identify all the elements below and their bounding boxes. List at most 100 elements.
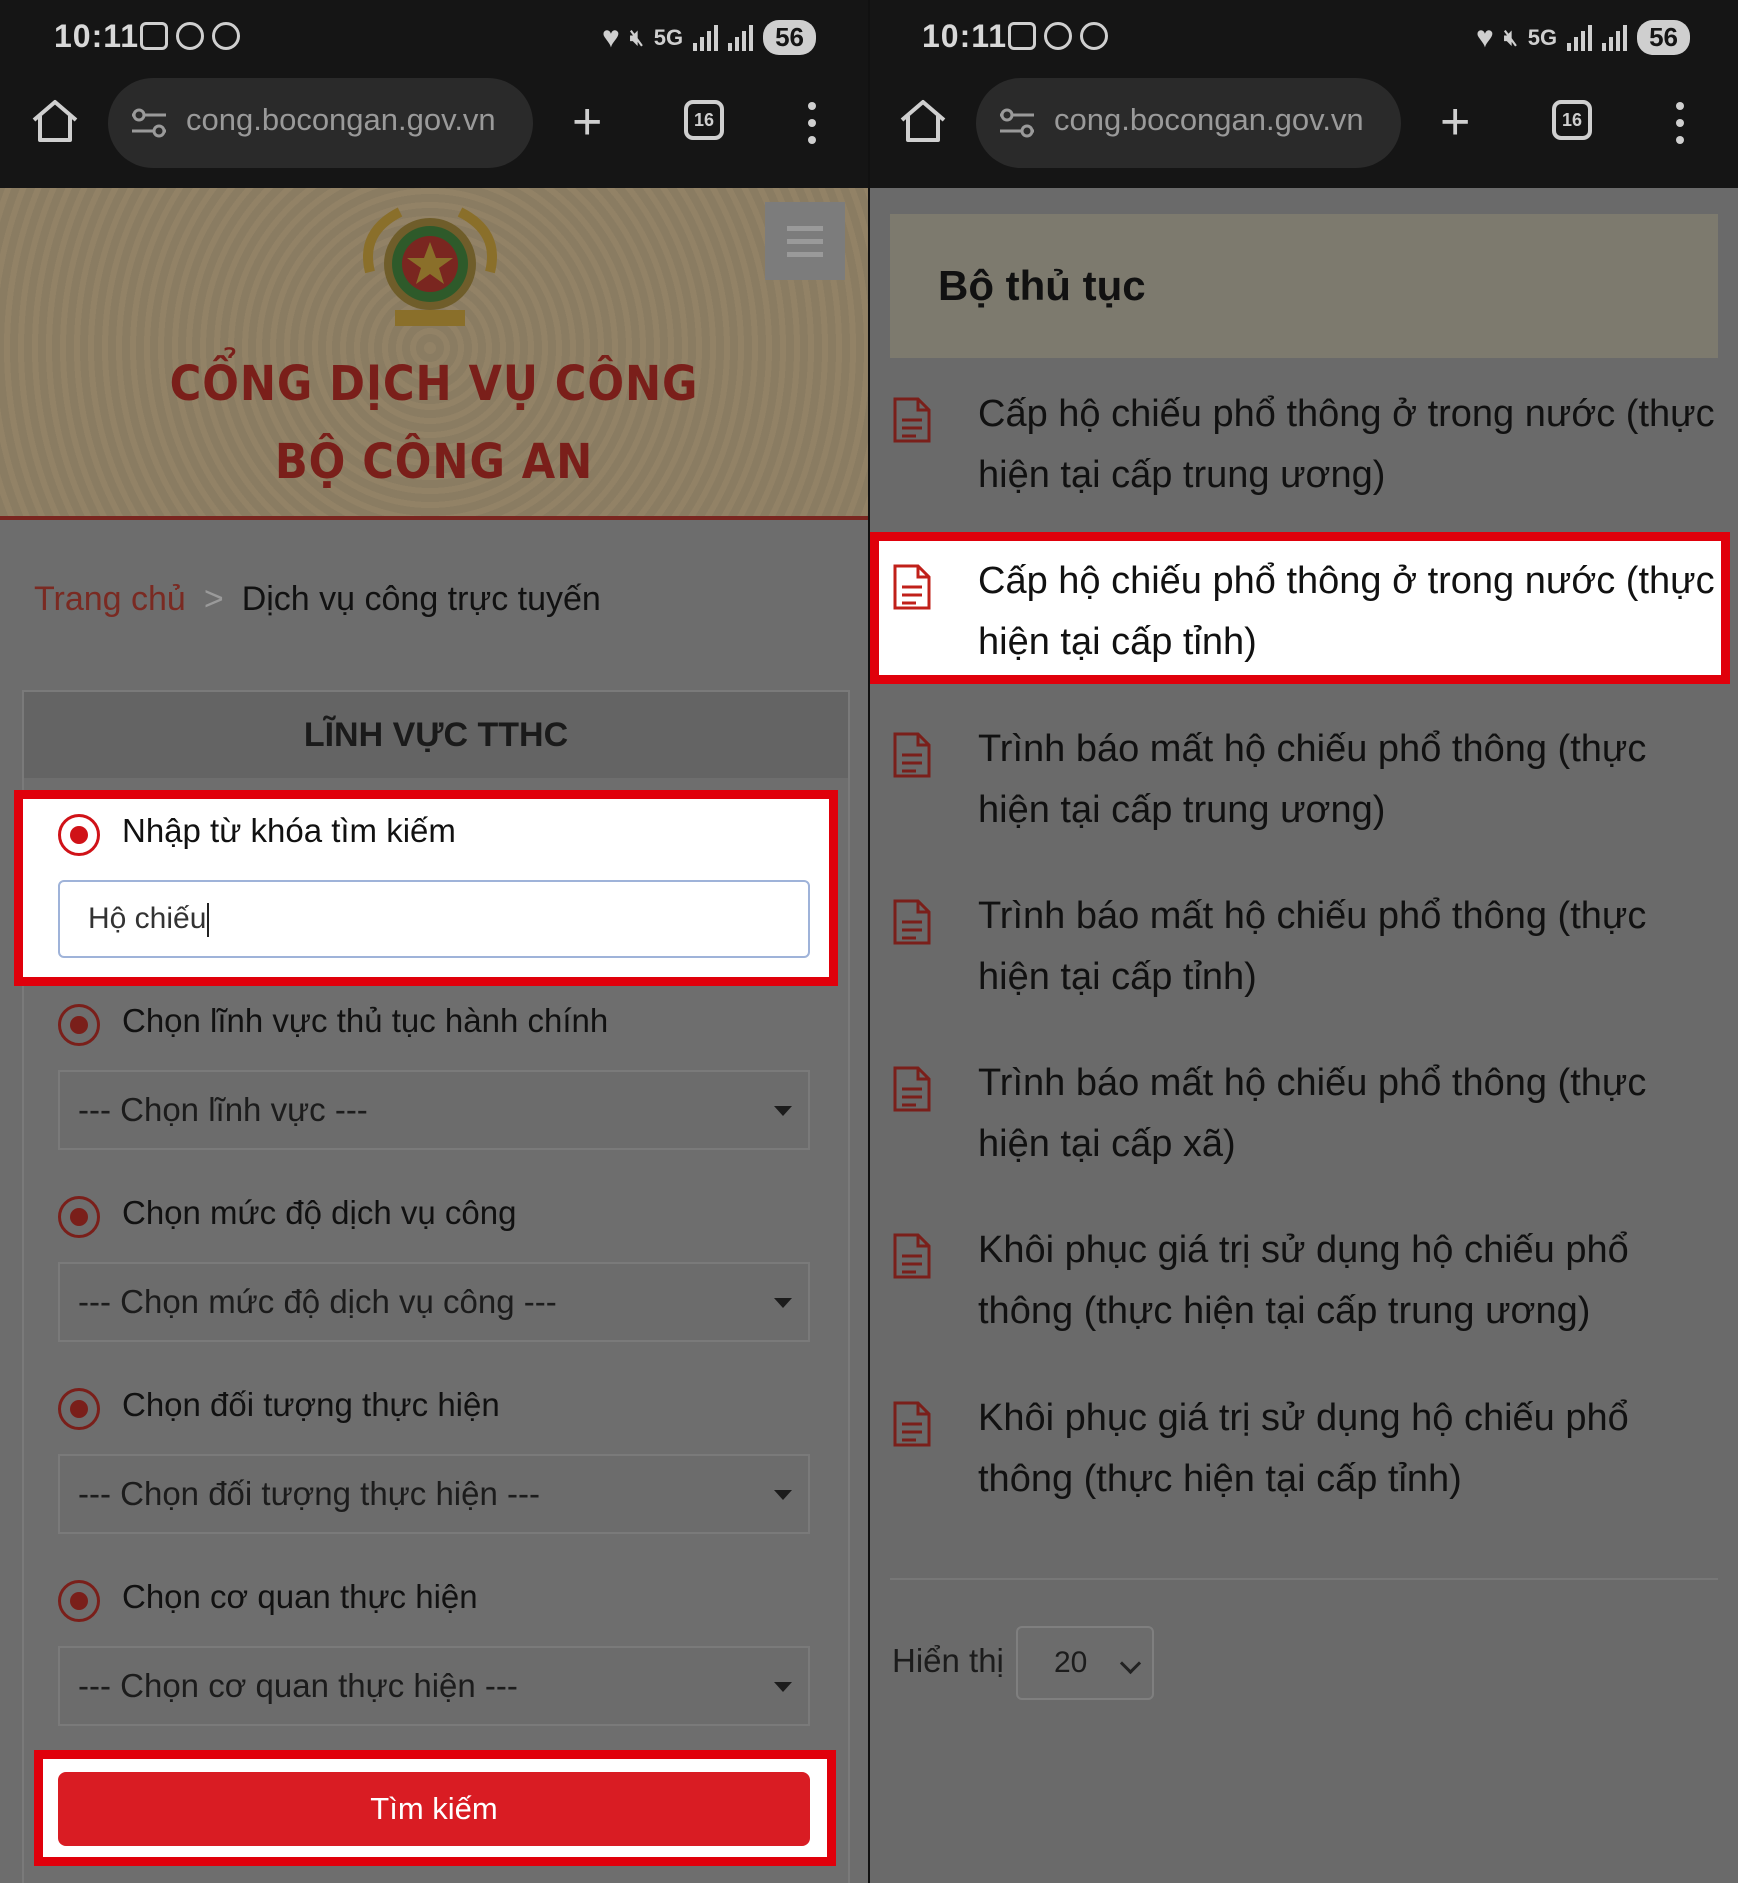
- url-text[interactable]: cong.bocongan.gov.vn: [1054, 102, 1364, 138]
- heart-icon: ♥: [602, 20, 620, 54]
- battery-level: 56: [763, 20, 816, 55]
- agency-select[interactable]: --- Chọn cơ quan thực hiện ---: [58, 1646, 810, 1726]
- field-label: Chọn lĩnh vực thủ tục hành chính: [122, 1002, 609, 1039]
- procedure-title[interactable]: Cấp hộ chiếu phổ thông ở trong nước (thự…: [978, 551, 1718, 673]
- breadcrumb: Trang chủ > Dịch vụ công trực tuyến: [34, 580, 601, 619]
- chevron-down-icon: [1119, 1652, 1142, 1675]
- signal-icon: [1567, 24, 1593, 51]
- site-settings-icon[interactable]: [130, 106, 168, 140]
- right-screenshot: 10:11 ♥ 🔇︎ 5G 56 cong.bocongan.gov.vn + …: [870, 0, 1738, 1883]
- battery-level: 56: [1637, 20, 1690, 55]
- url-text[interactable]: cong.bocongan.gov.vn: [186, 102, 496, 138]
- new-tab-icon[interactable]: +: [572, 96, 602, 148]
- procedure-title[interactable]: Trình báo mất hộ chiếu phổ thông (thực h…: [978, 1053, 1718, 1175]
- dropdown-arrow-icon: [774, 1106, 792, 1116]
- document-icon: [893, 1233, 931, 1279]
- keyword-radio[interactable]: [58, 814, 100, 856]
- chat-icon: [212, 22, 240, 50]
- field-select[interactable]: --- Chọn lĩnh vực ---: [58, 1070, 810, 1150]
- agency-label: Chọn cơ quan thực hiện: [122, 1578, 478, 1615]
- procedure-item[interactable]: Trình báo mất hộ chiếu phổ thông (thực h…: [870, 719, 1738, 849]
- form-title: LĨNH VỰC TTHC: [24, 692, 848, 778]
- messenger-icon: [176, 22, 204, 50]
- keyword-search-input[interactable]: Hộ chiếu: [58, 880, 810, 958]
- banner-title-line2: BỘ CÔNG AN: [274, 434, 594, 490]
- document-icon: [893, 899, 931, 945]
- subject-label: Chọn đối tượng thực hiện: [122, 1386, 500, 1423]
- browser-chrome: 10:11 ♥ 🔇︎ 5G 56 cong.bocongan.gov.vn + …: [870, 0, 1738, 188]
- procedures-heading: Bộ thủ tục: [938, 262, 1146, 309]
- heart-icon: ♥: [1476, 20, 1494, 54]
- site-settings-icon[interactable]: [998, 106, 1036, 140]
- page-size-select[interactable]: 20: [1016, 1626, 1154, 1700]
- system-icons: ♥ 🔇︎ 5G 56: [602, 20, 816, 55]
- tab-switcher-button[interactable]: 16: [1552, 100, 1592, 140]
- procedure-title[interactable]: Trình báo mất hộ chiếu phổ thông (thực h…: [978, 886, 1718, 1008]
- procedure-item[interactable]: Khôi phục giá trị sử dụng hộ chiếu phổ t…: [870, 1388, 1738, 1518]
- messenger-icon: [1044, 22, 1072, 50]
- chat-icon: [1080, 22, 1108, 50]
- address-bar[interactable]: cong.bocongan.gov.vn: [976, 78, 1401, 168]
- procedure-item[interactable]: Khôi phục giá trị sử dụng hộ chiếu phổ t…: [870, 1220, 1738, 1350]
- level-radio[interactable]: [58, 1196, 100, 1238]
- home-icon[interactable]: [898, 98, 948, 144]
- procedure-item[interactable]: Cấp hộ chiếu phổ thông ở trong nước (thự…: [870, 384, 1738, 514]
- browser-chrome: 10:11 ♥ 🔇︎ 5G 56 cong.bocongan.gov.vn + …: [0, 0, 868, 188]
- procedure-title[interactable]: Khôi phục giá trị sử dụng hộ chiếu phổ t…: [978, 1388, 1718, 1510]
- banner-title-line1: CỔNG DỊCH VỤ CÔNG: [169, 356, 699, 412]
- document-icon: [893, 397, 931, 443]
- home-icon[interactable]: [30, 98, 80, 144]
- search-button[interactable]: Tìm kiếm: [58, 1772, 810, 1846]
- list-divider: [890, 1578, 1718, 1580]
- subject-select[interactable]: --- Chọn đối tượng thực hiện ---: [58, 1454, 810, 1534]
- left-screenshot: 10:11 ♥ 🔇︎ 5G 56 cong.bocongan.gov.vn + …: [0, 0, 868, 1883]
- procedure-title[interactable]: Trình báo mất hộ chiếu phổ thông (thực h…: [978, 719, 1718, 841]
- mute-icon: 🔇︎: [1503, 24, 1518, 50]
- dropdown-arrow-icon: [774, 1298, 792, 1308]
- document-icon: [893, 732, 931, 778]
- address-bar[interactable]: cong.bocongan.gov.vn: [108, 78, 533, 168]
- network-type: 5G: [653, 24, 684, 50]
- keyword-input-value[interactable]: Hộ chiếu: [88, 902, 206, 935]
- breadcrumb-current: Dịch vụ công trực tuyến: [241, 580, 601, 618]
- new-tab-icon[interactable]: +: [1440, 96, 1470, 148]
- signal-icon: [693, 24, 719, 51]
- tab-switcher-button[interactable]: 16: [684, 100, 724, 140]
- level-select[interactable]: --- Chọn mức độ dịch vụ công ---: [58, 1262, 810, 1342]
- screenshot-icon: [140, 22, 168, 50]
- hamburger-menu-button[interactable]: [765, 202, 845, 280]
- procedures-header: Bộ thủ tục: [890, 214, 1718, 358]
- document-icon: [893, 1066, 931, 1112]
- mute-icon: 🔇︎: [629, 24, 644, 50]
- dropdown-arrow-icon: [774, 1490, 792, 1500]
- police-emblem-logo: [363, 207, 497, 326]
- field-radio[interactable]: [58, 1004, 100, 1046]
- dropdown-arrow-icon: [774, 1682, 792, 1692]
- subject-radio[interactable]: [58, 1388, 100, 1430]
- more-menu-icon[interactable]: [808, 102, 816, 153]
- notification-icons: [140, 22, 240, 50]
- signal-icon-2: [1602, 24, 1628, 51]
- procedure-title[interactable]: Cấp hộ chiếu phổ thông ở trong nước (thự…: [978, 384, 1718, 506]
- procedure-item-highlighted[interactable]: Cấp hộ chiếu phổ thông ở trong nước (thự…: [870, 532, 1730, 684]
- notification-icons: [1008, 22, 1108, 50]
- system-icons: ♥ 🔇︎ 5G 56: [1476, 20, 1690, 55]
- status-time: 10:11: [54, 18, 140, 54]
- network-type: 5G: [1527, 24, 1558, 50]
- procedure-item[interactable]: Trình báo mất hộ chiếu phổ thông (thực h…: [870, 886, 1738, 1016]
- document-icon: [893, 564, 931, 610]
- screenshot-icon: [1008, 22, 1036, 50]
- agency-radio[interactable]: [58, 1580, 100, 1622]
- site-banner: CỔNG DỊCH VỤ CÔNG BỘ CÔNG AN: [0, 188, 868, 520]
- signal-icon-2: [728, 24, 754, 51]
- more-menu-icon[interactable]: [1676, 102, 1684, 153]
- document-icon: [893, 1401, 931, 1447]
- keyword-label: Nhập từ khóa tìm kiếm: [122, 812, 456, 849]
- breadcrumb-separator: >: [203, 580, 224, 618]
- page-size-label: Hiển thị: [892, 1642, 1004, 1679]
- procedure-item[interactable]: Trình báo mất hộ chiếu phổ thông (thực h…: [870, 1053, 1738, 1183]
- breadcrumb-home-link[interactable]: Trang chủ: [34, 580, 186, 618]
- procedure-title[interactable]: Khôi phục giá trị sử dụng hộ chiếu phổ t…: [978, 1220, 1718, 1342]
- status-time: 10:11: [922, 18, 1008, 54]
- level-label: Chọn mức độ dịch vụ công: [122, 1194, 517, 1231]
